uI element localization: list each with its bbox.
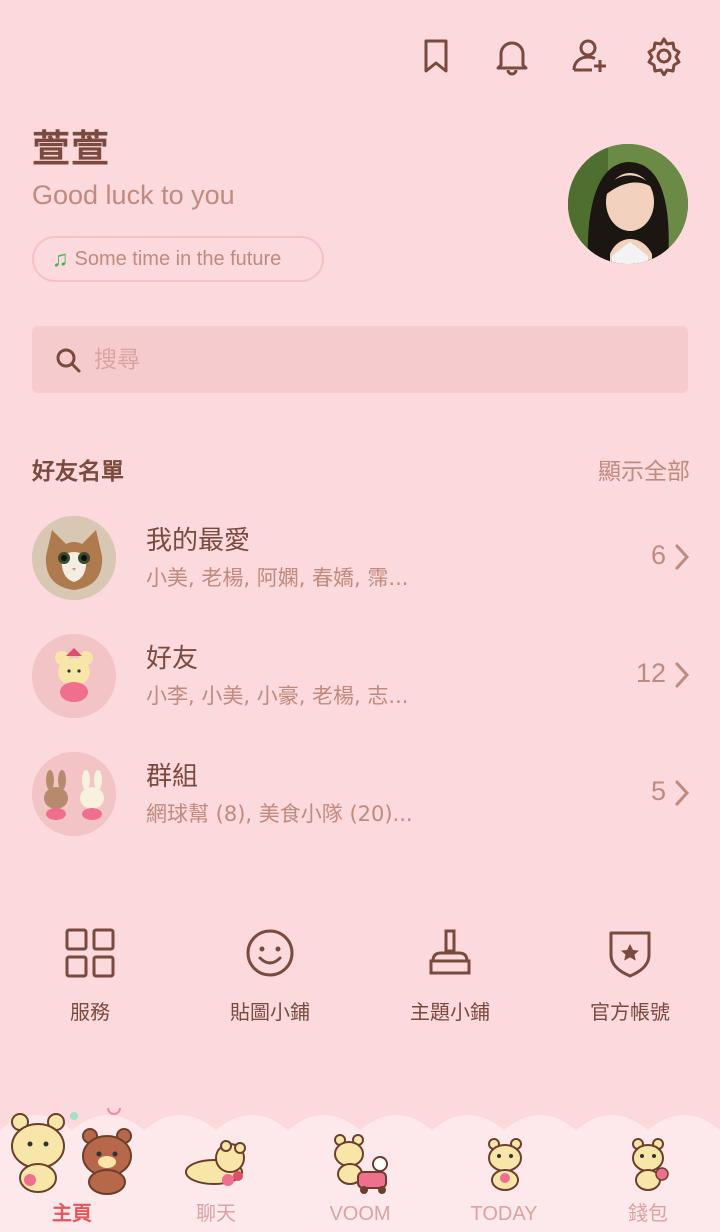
- friends-thumbnail: [32, 634, 116, 718]
- favorites-thumbnail: [32, 516, 116, 600]
- services-button[interactable]: 服務: [0, 926, 180, 1025]
- profile-name[interactable]: 萱萱: [32, 118, 110, 173]
- add-friend-icon: [572, 39, 606, 72]
- chevron-right-icon: [675, 662, 690, 688]
- favorites-count: 6: [650, 540, 666, 570]
- grid-icon: [65, 928, 115, 978]
- search-icon: [56, 348, 81, 372]
- search-bar[interactable]: [32, 326, 688, 393]
- theme-shop-button[interactable]: 主題小鋪: [360, 926, 540, 1025]
- favorites-members: 小美, 老楊, 阿嫻, 春嬌, 霈...: [146, 566, 409, 590]
- tab-home[interactable]: 主頁: [0, 1108, 144, 1232]
- music-note-icon: ♫: [52, 246, 69, 271]
- tab-chats-label: 聊天: [196, 1203, 236, 1225]
- friends-title: 好友: [146, 644, 199, 674]
- bookmark-button[interactable]: [412, 32, 460, 80]
- brush-icon: [429, 929, 471, 975]
- favorites-title: 我的最愛: [146, 526, 251, 556]
- home-bear-icon: [11, 1108, 132, 1195]
- theme-shop-label: 主題小鋪: [410, 1000, 490, 1024]
- search-input[interactable]: [92, 345, 656, 374]
- groups-thumbnail: [32, 752, 116, 836]
- chevron-right-icon: [675, 780, 690, 806]
- friends-members: 小李, 小美, 小豪, 老楊, 志...: [146, 684, 409, 708]
- groups-count: 5: [650, 776, 666, 806]
- status-message[interactable]: Good luck to you: [32, 180, 235, 211]
- today-bear-icon: [488, 1138, 522, 1191]
- bell-icon: [496, 41, 528, 76]
- notifications-button[interactable]: [488, 32, 536, 80]
- sticker-shop-button[interactable]: 貼圖小鋪: [180, 926, 360, 1025]
- profile-music[interactable]: ♫ Some time in the future: [32, 236, 324, 282]
- tab-voom[interactable]: VOOM: [288, 1108, 432, 1232]
- friend-group-friends[interactable]: 好友 小李, 小美, 小豪, 老楊, 志... 12: [0, 634, 720, 734]
- gear-icon: [647, 37, 681, 76]
- tab-voom-label: VOOM: [329, 1203, 391, 1225]
- friend-group-favorites[interactable]: 我的最愛 小美, 老楊, 阿嫻, 春嬌, 霈... 6: [0, 516, 720, 616]
- groups-title: 群組: [146, 762, 199, 792]
- services-label: 服務: [70, 1000, 110, 1024]
- add-friend-button[interactable]: [566, 32, 614, 80]
- official-accounts-label: 官方帳號: [590, 1000, 670, 1024]
- chevron-right-icon: [675, 544, 690, 570]
- tab-home-label: 主頁: [52, 1203, 92, 1225]
- sticker-shop-label: 貼圖小鋪: [230, 1000, 310, 1024]
- show-all-link[interactable]: 顯示全部: [598, 452, 690, 486]
- settings-button[interactable]: [640, 32, 688, 80]
- tab-chats[interactable]: 聊天: [144, 1108, 288, 1232]
- music-title: Some time in the future: [74, 247, 282, 270]
- avatar[interactable]: [568, 144, 688, 264]
- groups-members: 網球幫 (8), 美食小隊 (20)...: [146, 802, 413, 826]
- tab-wallet-label: 錢包: [628, 1203, 668, 1225]
- friends-section-title: 好友名單: [32, 459, 124, 485]
- official-accounts-button[interactable]: 官方帳號: [540, 926, 720, 1025]
- bookmark-icon: [424, 39, 448, 73]
- friend-group-groups[interactable]: 群組 網球幫 (8), 美食小隊 (20)... 5: [0, 752, 720, 852]
- shield-star-icon: [609, 931, 651, 978]
- smile-icon: [246, 929, 294, 977]
- tab-wallet[interactable]: 錢包: [576, 1108, 720, 1232]
- chat-bear-icon: [185, 1140, 246, 1186]
- friends-count: 12: [635, 658, 666, 688]
- tab-today[interactable]: TODAY: [432, 1108, 576, 1232]
- voom-bear-icon: [334, 1134, 388, 1194]
- wallet-bear-icon: [632, 1138, 669, 1191]
- tab-today-label: TODAY: [470, 1203, 538, 1225]
